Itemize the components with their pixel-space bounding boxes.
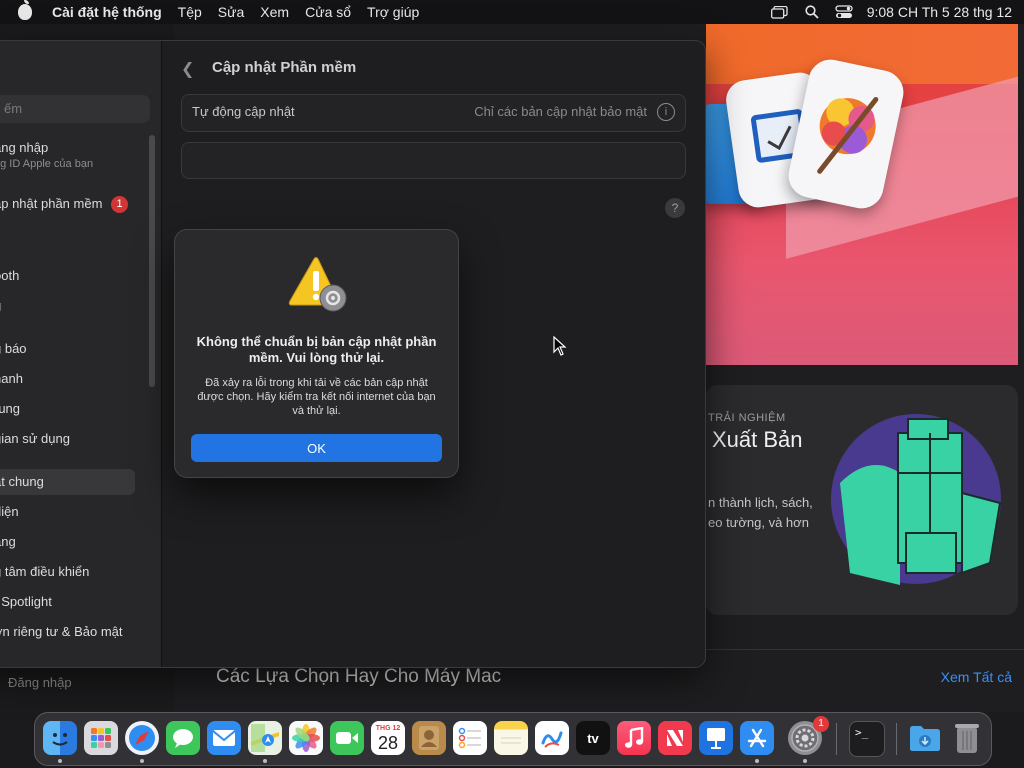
- alert-title: Không thể chuẩn bị bản cập nhật phần mềm…: [196, 334, 437, 365]
- auto-update-value: Chỉ các bản cập nhật bảo mật: [474, 104, 647, 119]
- sidebar-item-control-center[interactable]: g tâm điều khiển: [0, 559, 89, 585]
- sidebar-item-apple-id-sub: ng ID Apple của bạn: [0, 158, 94, 170]
- ok-button[interactable]: OK: [191, 434, 442, 462]
- back-chevron-icon[interactable]: ❮: [181, 59, 194, 79]
- apple-tv-icon[interactable]: tv: [576, 721, 610, 755]
- app-store-hero-banner[interactable]: [706, 24, 1018, 365]
- sidebar-item-software-update[interactable]: ập nhật phần mềm: [0, 191, 102, 217]
- sidebar-item-screen-time[interactable]: gian sử dụng: [0, 426, 70, 452]
- sidebar-item-network[interactable]: g: [0, 293, 1, 319]
- section-title: Các Lựa Chọn Hay Cho Máy Mac: [216, 666, 502, 687]
- info-icon[interactable]: i: [657, 103, 675, 121]
- software-update-badge: 1: [111, 196, 128, 213]
- see-all-link[interactable]: Xem Tất cả: [941, 669, 1012, 685]
- pane-header: ❮ Cập nhật Phần mềm: [161, 41, 705, 93]
- menu-file[interactable]: Tệp: [178, 4, 202, 20]
- update-status-box: [181, 142, 686, 179]
- pane-title: Cập nhật Phần mềm: [212, 59, 357, 76]
- sidebar-item-accessibility[interactable]: ăng: [0, 529, 16, 555]
- calendar-icon[interactable]: THG 12 28: [371, 721, 405, 755]
- sidebar-item-general[interactable]: ặt chung: [0, 469, 135, 495]
- screen-mirroring-icon[interactable]: [771, 5, 789, 19]
- card-title: Xuất Bản: [712, 427, 803, 452]
- messages-icon[interactable]: [166, 721, 200, 755]
- app-store-running-dot: [755, 759, 759, 763]
- auto-update-row[interactable]: Tự động cập nhật Chỉ các bản cập nhật bả…: [181, 94, 686, 132]
- featured-experience-card[interactable]: TRẢI NGHIỆM Xuất Bản n thành lịch, sách,…: [706, 385, 1018, 615]
- sidebar-item-spotlight[interactable]: ı Spotlight: [0, 589, 52, 615]
- gift-illustration: [831, 414, 1002, 585]
- system-settings-badge: 1: [813, 716, 829, 732]
- maps-running-dot: [263, 759, 267, 763]
- trash-icon[interactable]: [950, 721, 984, 755]
- settings-sidebar: ếm ăng nhập ng ID Apple của bạn ập nhật …: [0, 41, 162, 667]
- sidebar-item-login-items[interactable]: Đăng nhập: [8, 675, 72, 690]
- app-store-icon[interactable]: [740, 721, 774, 755]
- dock: THG 12 28 tv 1 >_: [34, 712, 992, 766]
- dock-separator: [836, 723, 837, 755]
- notes-icon[interactable]: [494, 721, 528, 755]
- auto-update-label: Tự động cập nhật: [192, 104, 295, 119]
- menu-window[interactable]: Cửa sổ: [305, 4, 351, 20]
- help-button[interactable]: ?: [665, 198, 685, 218]
- finder-running-dot: [58, 759, 62, 763]
- sidebar-item-sound[interactable]: hanh: [0, 366, 23, 392]
- photos-icon[interactable]: [289, 721, 323, 755]
- apple-menu-icon[interactable]: [18, 0, 32, 20]
- mouse-pointer-icon: [553, 336, 567, 356]
- terminal-icon[interactable]: >_: [849, 721, 885, 757]
- menu-app-name[interactable]: Cài đặt hệ thống: [52, 4, 162, 20]
- calendar-day-label: 28: [377, 732, 399, 753]
- card-eyebrow-label: TRẢI NGHIỆM: [708, 412, 786, 424]
- spotlight-search-icon[interactable]: [803, 5, 821, 19]
- reminders-icon[interactable]: [453, 721, 487, 755]
- safari-running-dot: [140, 759, 144, 763]
- sidebar-item-privacy-security[interactable]: ơn riêng tư & Bảo mật: [0, 619, 123, 645]
- sidebar-scrollbar[interactable]: [149, 135, 155, 387]
- maps-icon[interactable]: [248, 721, 282, 755]
- sidebar-item-bluetooth[interactable]: ooth: [0, 263, 19, 289]
- menu-edit[interactable]: Sửa: [218, 4, 245, 20]
- sidebar-search-field[interactable]: ếm: [0, 95, 150, 123]
- sidebar-item-appearance[interactable]: diện: [0, 499, 19, 525]
- system-settings-running-dot: [803, 759, 807, 763]
- control-center-icon[interactable]: [835, 5, 853, 19]
- mail-icon[interactable]: [207, 721, 241, 755]
- menu-view[interactable]: Xem: [260, 4, 289, 20]
- calendar-month-label: THG 12: [375, 724, 401, 732]
- menubar-clock[interactable]: 9:08 CH Th 5 28 thg 12: [867, 4, 1012, 20]
- facetime-icon[interactable]: [330, 721, 364, 755]
- menu-bar: Cài đặt hệ thống Tệp Sửa Xem Cửa sổ Trợ …: [0, 0, 1024, 24]
- sidebar-item-focus[interactable]: rung: [0, 396, 20, 422]
- contacts-icon[interactable]: [412, 721, 446, 755]
- alert-message: Đã xảy ra lỗi trong khi tải về các bản c…: [197, 377, 436, 417]
- sidebar-item-notifications[interactable]: g báo: [0, 336, 27, 362]
- update-error-alert: Không thể chuẩn bị bản cập nhật phần mềm…: [175, 230, 458, 477]
- safari-icon[interactable]: [125, 721, 159, 755]
- apple-tv-label: tv: [587, 730, 599, 746]
- dock-separator-2: [896, 723, 897, 755]
- freeform-icon[interactable]: [535, 721, 569, 755]
- card-description: n thành lịch, sách, eo tường, và hơn: [708, 495, 813, 530]
- finder-icon[interactable]: [43, 721, 77, 755]
- warning-icon: [288, 257, 347, 312]
- launchpad-icon[interactable]: [84, 721, 118, 755]
- menu-help[interactable]: Trợ giúp: [367, 4, 419, 20]
- news-icon[interactable]: [658, 721, 692, 755]
- downloads-folder-icon[interactable]: [908, 721, 942, 755]
- keynote-icon[interactable]: [699, 721, 733, 755]
- music-icon[interactable]: [617, 721, 651, 755]
